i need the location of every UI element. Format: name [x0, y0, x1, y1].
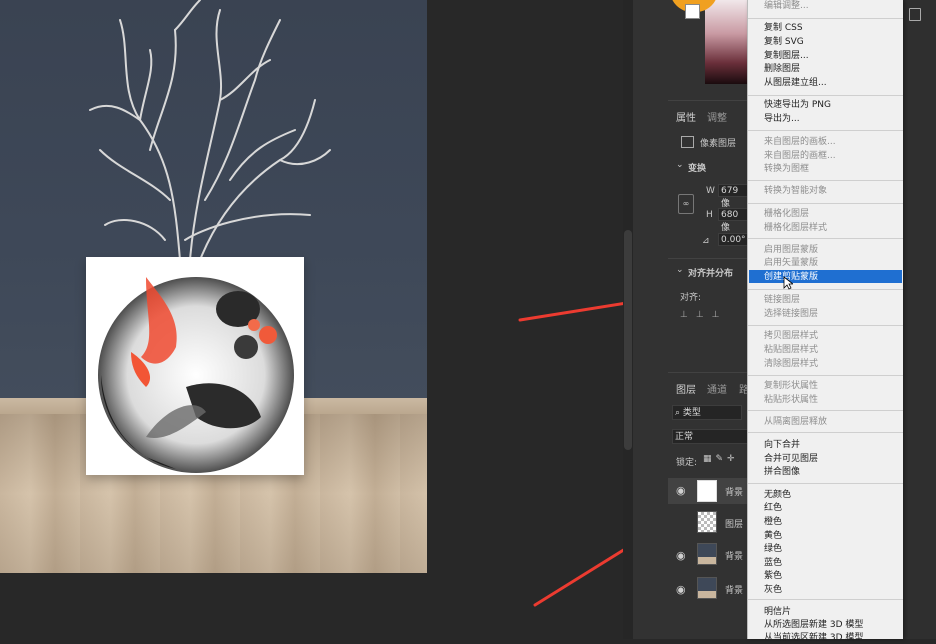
menu-separator	[748, 180, 903, 181]
lock-icons[interactable]: ▦✎✛	[703, 454, 739, 464]
chevron-down-icon[interactable]: ⌄	[676, 265, 684, 275]
menu-separator	[748, 410, 903, 411]
menu-item-paste-shape-attr[interactable]: 粘贴形状属性	[764, 394, 818, 406]
menu-item-copy-svg[interactable]: 复制 SVG	[764, 36, 804, 48]
tab-properties[interactable]: 属性	[676, 109, 696, 124]
menu-item-color-green[interactable]: 绿色	[764, 543, 782, 555]
menu-item-artboard-from-layers[interactable]: 来自图层的画板...	[764, 136, 836, 148]
link-icon[interactable]: ∞	[678, 194, 694, 214]
menu-item-rasterize-layer[interactable]: 栅格化图层	[764, 208, 809, 220]
menu-separator	[748, 238, 903, 239]
menu-separator	[748, 289, 903, 290]
menu-item-enable-layer-mask[interactable]: 启用图层蒙版	[764, 244, 818, 256]
tab-adjustments[interactable]: 调整	[707, 109, 727, 124]
menu-separator	[748, 599, 903, 600]
menu-separator	[748, 483, 903, 484]
menu-item-convert-smart-object[interactable]: 转换为智能对象	[764, 185, 827, 197]
layer-name[interactable]: 图层	[725, 517, 743, 530]
panel-icon[interactable]	[909, 8, 921, 21]
menu-item-color-red[interactable]: 红色	[764, 502, 782, 514]
height-field[interactable]: 680 像	[718, 208, 748, 233]
mouse-cursor-icon	[783, 276, 793, 290]
menu-item-group-from-layers[interactable]: 从图层建立组...	[764, 77, 827, 89]
lock-label: 锁定:	[676, 458, 698, 468]
pixel-layer-icon	[681, 136, 694, 148]
layer-name[interactable]: 背景	[725, 583, 743, 596]
layer-thumbnail	[697, 511, 717, 533]
menu-item-copy-css[interactable]: 复制 CSS	[764, 22, 803, 34]
foreground-swatch[interactable]	[685, 4, 700, 19]
menu-separator	[748, 95, 903, 96]
layer-thumbnail	[697, 480, 717, 502]
align-title: 对齐并分布	[688, 269, 734, 279]
menu-item-frame-from-layers[interactable]: 来自图层的画框...	[764, 150, 836, 162]
layer-type-label: 像素图层	[700, 139, 737, 149]
menu-item-paste-style[interactable]: 粘贴图层样式	[764, 344, 818, 356]
menu-item-color-violet[interactable]: 紫色	[764, 570, 782, 582]
menu-item-color-orange[interactable]: 橙色	[764, 516, 782, 528]
menu-item-export-as[interactable]: 导出为...	[764, 113, 800, 125]
menu-separator	[748, 130, 903, 131]
menu-separator	[748, 203, 903, 204]
menu-item-clear-style[interactable]: 清除图层样式	[764, 358, 818, 370]
angle-icon: ⊿	[702, 236, 710, 246]
menu-item-color-blue[interactable]: 蓝色	[764, 557, 782, 569]
menu-item-quick-export-png[interactable]: 快速导出为 PNG	[764, 99, 831, 111]
blend-mode-select[interactable]: 正常	[672, 429, 748, 444]
tab-channels[interactable]: 通道	[707, 381, 727, 396]
menu-item-color-gray[interactable]: 灰色	[764, 584, 782, 596]
eye-icon[interactable]: ◉	[676, 583, 686, 596]
menu-item-3d-from-selection[interactable]: 从当前选区新建 3D 模型	[764, 632, 863, 644]
height-label: H	[706, 210, 713, 220]
layer-thumbnail	[697, 577, 717, 599]
width-label: W	[706, 186, 715, 196]
menu-item-select-linked[interactable]: 选择链接图层	[764, 308, 818, 320]
transform-title: 变换	[688, 164, 707, 174]
menu-separator	[748, 325, 903, 326]
menu-item-delete-layer[interactable]: 删除图层	[764, 63, 800, 75]
menu-item-enable-vector-mask[interactable]: 启用矢量蒙版	[764, 257, 818, 269]
search-icon: ⌕	[675, 408, 681, 418]
layer-filter-select[interactable]: ⌕ 类型	[672, 405, 742, 420]
menu-item-flatten-image[interactable]: 拼合图像	[764, 466, 800, 478]
menu-item-3d-from-layer[interactable]: 从所选图层新建 3D 模型	[764, 619, 863, 631]
menu-item-link-layers[interactable]: 链接图层	[764, 294, 800, 306]
eye-icon[interactable]: ◉	[676, 549, 686, 562]
tab-layers[interactable]: 图层	[676, 381, 696, 396]
panel-separator	[668, 372, 748, 373]
menu-item-color-yellow[interactable]: 黄色	[764, 530, 782, 542]
menu-separator	[748, 375, 903, 376]
align-sub-label: 对齐:	[680, 293, 702, 303]
eye-icon[interactable]: ◉	[676, 484, 686, 497]
menu-item-copy-shape-attr[interactable]: 复制形状属性	[764, 380, 818, 392]
angle-field[interactable]: 0.00°	[718, 233, 748, 246]
panel-divider	[633, 0, 668, 639]
menu-separator	[748, 18, 903, 19]
layer-thumbnail	[697, 543, 717, 565]
menu-item-merge-down[interactable]: 向下合并	[764, 439, 800, 451]
panel-separator	[668, 258, 748, 259]
menu-item-postcard[interactable]: 明信片	[764, 606, 791, 618]
filter-label: 类型	[682, 408, 701, 418]
width-field[interactable]: 679 像	[718, 184, 748, 209]
menu-separator	[748, 432, 903, 433]
align-buttons[interactable]: ⊥⊥⊥	[680, 310, 728, 320]
layer-context-menu: 编辑调整... 复制 CSS 复制 SVG 复制图层... 删除图层 从图层建立…	[747, 0, 903, 643]
layer-name[interactable]: 背景	[725, 485, 743, 498]
menu-item-merge-visible[interactable]: 合并可见图层	[764, 453, 818, 465]
layer-name[interactable]: 背景	[725, 549, 743, 562]
menu-item-release-isolation[interactable]: 从隔离图层释放	[764, 416, 827, 428]
chevron-down-icon[interactable]: ⌄	[676, 160, 684, 170]
menu-item-edit-adjustment[interactable]: 编辑调整...	[764, 0, 809, 12]
color-picker-field[interactable]	[705, 0, 747, 84]
menu-item-copy-style[interactable]: 拷贝图层样式	[764, 330, 818, 342]
menu-item-rasterize-style[interactable]: 栅格化图层样式	[764, 222, 827, 234]
right-dock-strip	[902, 0, 936, 639]
scrollbar-thumb[interactable]	[624, 230, 632, 450]
menu-item-duplicate-layer[interactable]: 复制图层...	[764, 50, 809, 62]
menu-item-color-none[interactable]: 无颜色	[764, 489, 791, 501]
menu-item-convert-to-frame[interactable]: 转换为图框	[764, 163, 809, 175]
panel-separator	[668, 100, 748, 101]
